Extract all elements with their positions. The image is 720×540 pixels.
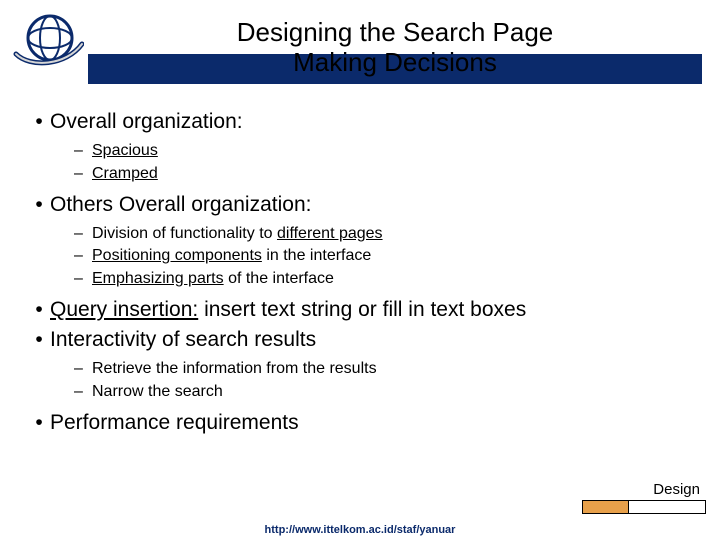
text-segment: insert text string or fill in text boxes: [198, 298, 526, 321]
list-item-text: Overall organization:: [50, 108, 243, 136]
text-segment: different pages: [277, 225, 383, 242]
title-bar: Designing the Search Page Making Decisio…: [88, 12, 702, 84]
sub-list-item: –Cramped: [74, 163, 700, 185]
sub-list-item: –Positioning components in the interface: [74, 245, 700, 267]
globe-logo-icon: [10, 8, 84, 68]
sub-item-text: Cramped: [92, 163, 158, 185]
bullet-icon: •: [28, 191, 50, 219]
bullet-icon: •: [28, 409, 50, 437]
footer-progress-icon: [582, 500, 706, 514]
sub-item-text: Spacious: [92, 140, 158, 162]
list-item-text: Others Overall organization:: [50, 191, 311, 219]
text-segment: in the interface: [262, 247, 371, 264]
text-segment: Performance requirements: [50, 411, 299, 434]
bullet-icon: •: [28, 108, 50, 136]
sub-item-text: Positioning components in the interface: [92, 245, 371, 267]
sub-list-item: –Retrieve the information from the resul…: [74, 358, 700, 380]
bullet-list: •Overall organization:–Spacious–Cramped•…: [28, 108, 700, 437]
footer-badge: Design: [582, 481, 706, 514]
text-segment: Query insertion:: [50, 298, 198, 321]
list-item: •Others Overall organization:–Division o…: [28, 191, 700, 290]
text-segment: Positioning components: [92, 247, 262, 264]
list-item: •Query insertion: insert text string or …: [28, 296, 700, 324]
dash-icon: –: [74, 245, 92, 267]
text-segment: Narrow the search: [92, 383, 223, 400]
text-segment: Others Overall organization:: [50, 193, 311, 216]
list-item: •Performance requirements: [28, 409, 700, 437]
text-segment: of the interface: [224, 270, 334, 287]
footer-label: Design: [582, 481, 706, 498]
text-segment: Overall organization:: [50, 110, 243, 133]
list-item: •Interactivity of search results –Retriev…: [28, 326, 700, 403]
dash-icon: –: [74, 163, 92, 185]
sub-list: –Spacious–Cramped: [74, 140, 700, 184]
text-segment: Spacious: [92, 142, 158, 159]
sub-list: –Division of functionality to different …: [74, 223, 700, 290]
dash-icon: –: [74, 223, 92, 245]
sub-list: –Retrieve the information from the resul…: [74, 358, 700, 402]
slide-body: •Overall organization:–Spacious–Cramped•…: [28, 108, 700, 439]
sub-item-text: Division of functionality to different p…: [92, 223, 383, 245]
sub-list-item: –Narrow the search: [74, 381, 700, 403]
list-item-text: Interactivity of search results: [50, 326, 316, 354]
text-segment: Cramped: [92, 165, 158, 182]
footer-url: http://www.ittelkom.ac.id/staf/yanuar: [0, 524, 720, 536]
text-segment: Retrieve the information from the result…: [92, 360, 377, 377]
list-item-text: Query insertion: insert text string or f…: [50, 296, 526, 324]
list-item: •Overall organization:–Spacious–Cramped: [28, 108, 700, 185]
sub-list-item: –Emphasizing parts of the interface: [74, 268, 700, 290]
list-item-text: Performance requirements: [50, 409, 299, 437]
dash-icon: –: [74, 381, 92, 403]
bullet-icon: •: [28, 326, 50, 354]
dash-icon: –: [74, 268, 92, 290]
text-segment: Division of functionality to: [92, 225, 277, 242]
dash-icon: –: [74, 140, 92, 162]
dash-icon: –: [74, 358, 92, 380]
sub-list-item: –Division of functionality to different …: [74, 223, 700, 245]
text-segment: Interactivity of search results: [50, 328, 316, 351]
slide-title: Designing the Search Page Making Decisio…: [237, 18, 554, 78]
text-segment: Emphasizing parts: [92, 270, 224, 287]
sub-item-text: Retrieve the information from the result…: [92, 358, 377, 380]
slide: Designing the Search Page Making Decisio…: [0, 0, 720, 540]
sub-item-text: Emphasizing parts of the interface: [92, 268, 334, 290]
sub-list-item: –Spacious: [74, 140, 700, 162]
sub-item-text: Narrow the search: [92, 381, 223, 403]
bullet-icon: •: [28, 296, 50, 324]
